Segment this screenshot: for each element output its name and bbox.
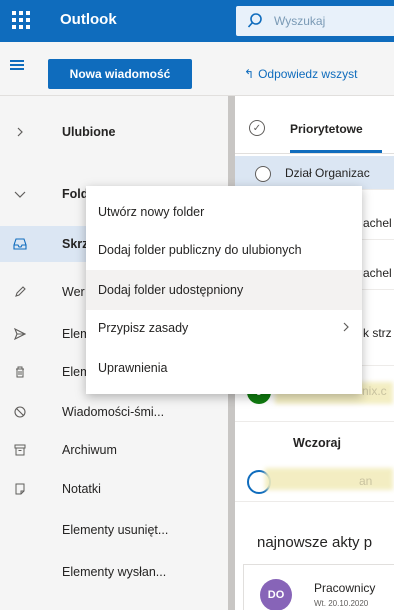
message-preview: nix.c (362, 384, 387, 398)
promo-title: najnowsze akty p (257, 534, 373, 551)
menu-item-assign-rules[interactable]: Przypisz zasady (86, 308, 362, 348)
note-icon (12, 481, 28, 497)
message-preview: an (359, 474, 373, 488)
checkmark-icon: ✓ (252, 122, 262, 134)
search-input[interactable]: Wyszukaj (236, 6, 394, 36)
message-preview: k strz (363, 326, 392, 340)
list-item[interactable]: Dział Organizac (235, 156, 394, 190)
chevron-right-icon (12, 124, 28, 140)
message-preview: achel (363, 266, 392, 280)
pencil-icon (12, 284, 28, 300)
reply-all-icon: ↰ (244, 67, 255, 81)
menu-item-label: Utwórz nowy folder (98, 205, 205, 219)
menu-item-permissions[interactable]: Uprawnienia (86, 348, 362, 388)
sidebar-item-junk[interactable]: Wiadomości-śmi... (0, 394, 228, 430)
menu-item-label: Przypisz zasady (98, 321, 189, 335)
command-bar: Nowa wiadomość ↰ Odpowiedz wszyst (0, 42, 394, 96)
menu-item-label: Dodaj folder publiczny do ulubionych (98, 243, 302, 257)
message-select-radio[interactable] (255, 166, 271, 182)
sidebar-item-label: Wiadomości-śmi... (62, 405, 165, 419)
sidebar-item-label: Archiwum (62, 443, 117, 457)
block-icon (12, 404, 28, 420)
reply-all-label: Odpowiedz wszyst (258, 67, 358, 81)
sidebar-item-notes[interactable]: Notatki (0, 471, 228, 507)
menu-item-add-shared-folder[interactable]: Dodaj folder udostępniony (86, 270, 362, 310)
sidebar-item-label: Skrz (62, 237, 89, 251)
avatar: DO (260, 579, 292, 610)
tab-focused[interactable]: Priorytetowe (290, 122, 363, 136)
message-sender: Dział Organizac (285, 166, 370, 180)
sidebar-item-label: Fold (62, 187, 89, 201)
select-all-checkbox[interactable]: ✓ (249, 120, 265, 136)
reply-all-button[interactable]: ↰ Odpowiedz wszyst (244, 67, 357, 81)
sidebar-item-label: Elementy wysłan... (62, 565, 167, 579)
chevron-down-icon (12, 186, 28, 202)
sidebar-item-archive[interactable]: Archiwum (0, 432, 228, 468)
sidebar-item-sent-items[interactable]: Elementy wysłan... (0, 554, 228, 590)
sidebar-item-favorites[interactable]: Ulubione (0, 114, 228, 150)
card-sender: Pracownicy (314, 581, 376, 595)
top-bar: Outlook Wyszukaj (0, 0, 394, 42)
chevron-right-icon (342, 322, 350, 335)
group-header: Wczoraj (293, 436, 341, 450)
trash-icon (12, 364, 28, 380)
hamburger-menu-icon[interactable] (10, 60, 24, 70)
new-message-button[interactable]: Nowa wiadomość (48, 59, 192, 89)
sidebar-item-label: Elementy usunięt... (62, 523, 169, 537)
sidebar-item-label: Notatki (62, 482, 101, 496)
message-list-tabs: ✓ Priorytetowe (235, 96, 394, 154)
app-name[interactable]: Outlook (60, 11, 117, 28)
search-placeholder: Wyszukaj (274, 14, 326, 28)
archive-icon (12, 442, 28, 458)
menu-item-label: Uprawnienia (98, 361, 168, 375)
menu-item-label: Dodaj folder udostępniony (98, 283, 244, 297)
search-icon (247, 13, 262, 28)
inbox-icon (12, 236, 28, 252)
card-date: Wt. 20.10.2020 (314, 599, 369, 608)
sidebar-item-deleted-items[interactable]: Elementy usunięt... (0, 512, 228, 548)
list-item[interactable]: an (235, 462, 394, 502)
folder-context-menu: Utwórz nowy folder Dodaj folder publiczn… (86, 186, 362, 394)
sidebar-item-label: Ulubione (62, 125, 116, 139)
message-preview: achel (363, 216, 392, 230)
message-card[interactable]: DO Pracownicy Wt. 20.10.2020 (243, 564, 394, 610)
app-launcher-icon[interactable] (10, 9, 32, 31)
menu-item-create-folder[interactable]: Utwórz nowy folder (86, 192, 362, 232)
menu-item-add-public-folder[interactable]: Dodaj folder publiczny do ulubionych (86, 230, 362, 270)
sidebar-item-label: Wer (62, 285, 85, 299)
tab-underline (290, 150, 382, 153)
send-icon (12, 326, 28, 342)
